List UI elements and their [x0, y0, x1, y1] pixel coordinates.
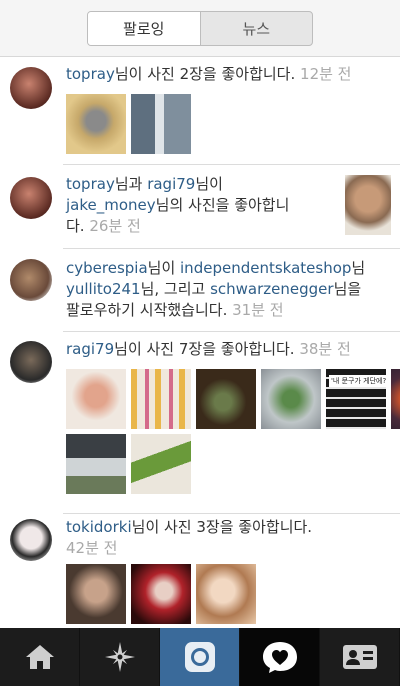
timestamp: 38분 전 [299, 340, 351, 358]
feed-item: topray님과 ragi79님이 jake_money님의 사진을 좋아합니 … [0, 165, 400, 249]
camera-icon [184, 642, 215, 672]
feed-item-text: cyberespia님이 independentskateshop님 yulli… [66, 258, 396, 321]
liked-photo-thumbnail[interactable] [261, 369, 321, 429]
timestamp: 12분 전 [300, 65, 352, 83]
liked-photo-thumbnail[interactable] [196, 369, 256, 429]
liked-photo-thumbnail[interactable] [66, 94, 126, 154]
tab-activity[interactable] [240, 628, 320, 686]
feed-item: tokidorki님이 사진 3장을 좋아합니다. 42분 전 [0, 514, 400, 628]
activity-text: 님이 [147, 259, 181, 277]
liked-photo-thumbnail[interactable] [66, 369, 126, 429]
feed-item-text: ragi79님이 사진 7장을 좋아합니다. 38분 전 [66, 339, 351, 360]
username-link[interactable]: topray [66, 175, 115, 193]
liked-photo-thumbnail[interactable] [66, 434, 126, 494]
avatar[interactable] [10, 519, 52, 561]
tab-home[interactable] [0, 628, 80, 686]
feed-item-text: topray님이 사진 2장을 좋아합니다. 12분 전 [66, 64, 352, 85]
segmented-control: 팔로잉 뉴스 [87, 11, 313, 46]
liked-photo-thumbnail[interactable] [131, 94, 191, 154]
activity-text: 다. [66, 217, 85, 235]
activity-text: 님이 사진 2장을 좋아합니다. [114, 65, 296, 83]
activity-text: 팔로우하기 시작했습니다. [66, 301, 228, 319]
liked-photo-thumbnail[interactable] [391, 369, 400, 429]
activity-text: 님이 사진 7장을 좋아합니다. [114, 340, 295, 358]
avatar[interactable] [10, 259, 52, 301]
username-link[interactable]: jake_money [66, 196, 156, 214]
username-link[interactable]: ragi79 [147, 175, 195, 193]
home-icon [25, 645, 54, 669]
activity-heart-icon [262, 642, 297, 673]
feed-item: cyberespia님이 independentskateshop님 yulli… [0, 249, 400, 332]
feed-item-text: tokidorki님이 사진 3장을 좋아합니다. 42분 전 [66, 517, 312, 559]
timestamp: 31분 전 [232, 301, 284, 319]
top-bar: 팔로잉 뉴스 [0, 0, 400, 57]
timestamp: 26분 전 [89, 217, 141, 235]
username-link[interactable]: tokidorki [66, 518, 132, 536]
avatar[interactable] [10, 341, 52, 383]
liked-photo-thumbnail[interactable] [131, 369, 191, 429]
bottom-tab-bar [0, 628, 400, 686]
tab-profile[interactable] [320, 628, 400, 686]
avatar[interactable] [10, 177, 52, 219]
activity-text: 님이 [195, 175, 223, 193]
liked-photo-thumbnail[interactable] [196, 564, 256, 624]
activity-text: 님, 그리고 [140, 280, 211, 298]
liked-photo-thumbnail[interactable] [131, 434, 191, 494]
username-link[interactable]: ragi79 [66, 340, 114, 358]
activity-feed: topray님이 사진 2장을 좋아합니다. 12분 전 topray님과 ra… [0, 57, 400, 628]
timestamp: 42분 전 [66, 539, 118, 557]
activity-text: 님의 사진을 좋아합니 [155, 196, 290, 214]
liked-photo-thumbnail[interactable] [66, 564, 126, 624]
username-link[interactable]: topray [66, 65, 115, 83]
liked-photo-thumbnail[interactable] [345, 175, 391, 235]
profile-icon [342, 645, 377, 669]
username-link[interactable]: yullito241 [66, 280, 141, 298]
activity-text: 님과 [114, 175, 148, 193]
activity-text: 님이 사진 3장을 좋아합니다. [131, 518, 313, 536]
username-link[interactable]: schwarzenegger [210, 280, 333, 298]
avatar[interactable] [10, 67, 52, 109]
photo-caption: '내 문구가 게단에?' [329, 375, 386, 387]
feed-item-text: topray님과 ragi79님이 jake_money님의 사진을 좋아합니 … [66, 174, 338, 237]
feed-item: topray님이 사진 2장을 좋아합니다. 12분 전 [0, 57, 400, 165]
activity-text: 님 [351, 259, 366, 277]
liked-photo-thumbnail[interactable] [131, 564, 191, 624]
tab-camera[interactable] [160, 628, 240, 686]
username-link[interactable]: cyberespia [66, 259, 148, 277]
tab-following[interactable]: 팔로잉 [88, 12, 201, 45]
activity-text: 님을 [333, 280, 362, 298]
tab-explore[interactable] [80, 628, 160, 686]
tab-news[interactable]: 뉴스 [201, 12, 313, 45]
feed-item: ragi79님이 사진 7장을 좋아합니다. 38분 전 '내 문구가 게단에?… [0, 332, 400, 514]
liked-photo-thumbnail[interactable]: '내 문구가 게단에?' [326, 369, 386, 429]
explore-icon [104, 642, 135, 672]
username-link[interactable]: independentskateshop [180, 259, 351, 277]
